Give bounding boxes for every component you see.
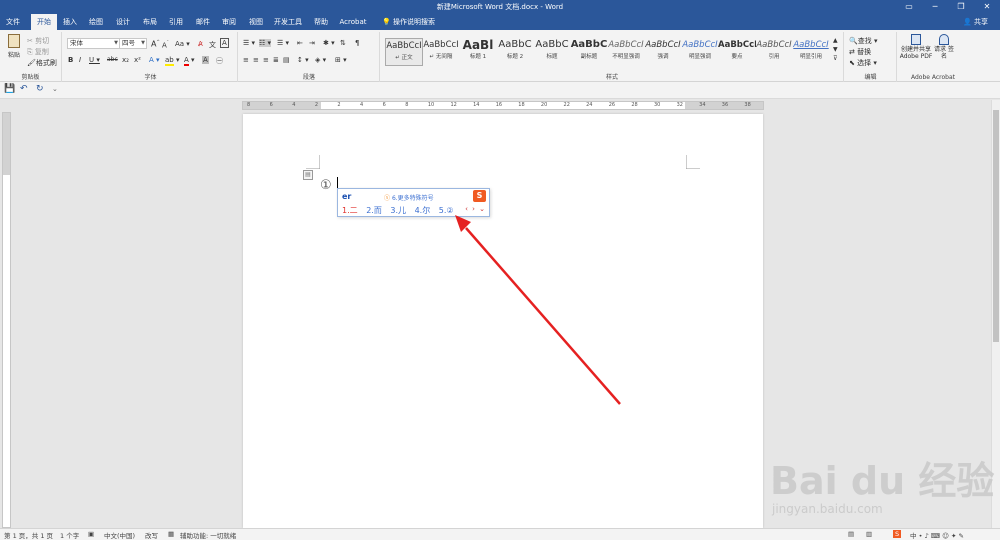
watermark-brand: Bai du 经验 [770, 459, 995, 503]
scrollbar-thumb[interactable] [993, 110, 999, 342]
sogou-tray-icon[interactable]: S [893, 530, 902, 538]
word-count[interactable]: 1 个字 [60, 530, 79, 540]
page-count[interactable]: 第 1 页，共 1 页 [4, 530, 53, 540]
accessibility-status[interactable]: 辅助功能: 一切就绪 [180, 530, 236, 540]
arrow-shaft [465, 227, 621, 405]
watermark-url: jingyan.baidu.com [772, 502, 883, 516]
proofing-icon[interactable]: ▣ [88, 530, 94, 538]
baidu-watermark: Bai du 经验 jingyan.baidu.com [770, 430, 996, 528]
read-mode-icon[interactable]: ▤ [848, 530, 854, 538]
language-status[interactable]: 中文(中国) [104, 530, 135, 540]
ime-tray-icons[interactable]: 中 • ♪ ⌨ ☺ ✦ ✎ [910, 530, 964, 540]
macro-icon[interactable]: ▦ [168, 530, 174, 538]
status-bar: 第 1 页，共 1 页 1 个字 ▣ 中文(中国) 改写 ▦ 辅助功能: 一切就… [0, 528, 1000, 540]
overtype-status[interactable]: 改写 [145, 530, 158, 540]
print-layout-icon[interactable]: ▥ [866, 530, 872, 538]
